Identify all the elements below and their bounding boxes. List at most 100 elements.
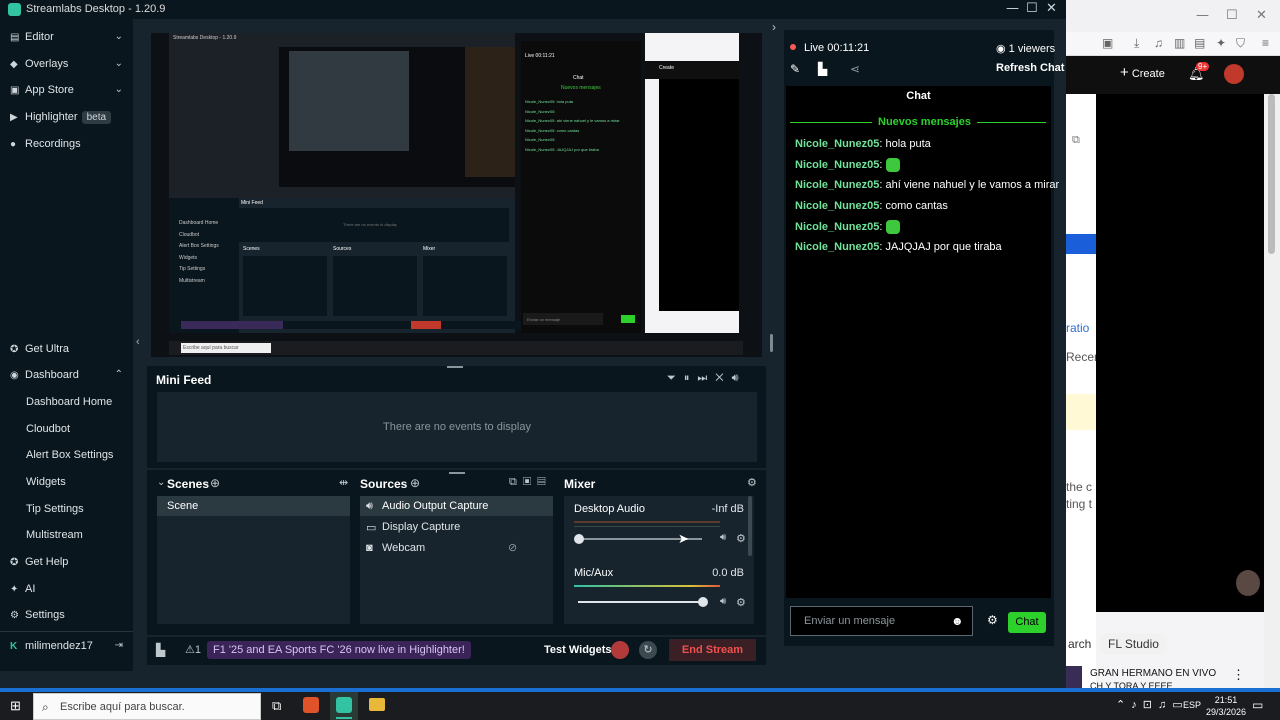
mute-icon[interactable]: 🔊︎ xyxy=(720,532,726,543)
chevron-down-icon[interactable]: ⌄ xyxy=(115,58,123,69)
sidebar-item-get-help[interactable]: ✪ Get Help xyxy=(10,556,68,568)
network-icon[interactable]: ⊡ xyxy=(1143,699,1158,711)
mute-icon[interactable]: 🔊︎ xyxy=(720,596,726,607)
taskbar-search[interactable]: ⌕ Escribe aquí para buscar. xyxy=(33,693,261,720)
record-button[interactable] xyxy=(611,641,629,659)
source-item[interactable]: ▭ Display Capture xyxy=(360,517,553,537)
chevron-down-icon[interactable]: ⌄ xyxy=(115,84,123,95)
stats-icon[interactable]: ▙ xyxy=(156,643,165,657)
share-icon[interactable]: ⋖ xyxy=(850,62,860,76)
screenshot-icon[interactable]: ▣ xyxy=(1102,36,1113,50)
hidden-eye-icon[interactable]: ⊘ xyxy=(508,541,517,554)
sidebar-item-app-store[interactable]: ▣ App Store xyxy=(10,84,74,96)
scene-item[interactable]: Scene xyxy=(157,496,350,516)
edit-icon[interactable]: ✎ xyxy=(790,62,800,76)
sidebar-item-recordings[interactable]: ● Recordings xyxy=(10,138,81,150)
task-view-icon[interactable]: ⧉ xyxy=(272,698,281,714)
video-title[interactable]: GRAN HERMANO EN VIVO xyxy=(1090,668,1216,679)
collapse-icon[interactable]: ⌄ xyxy=(157,477,165,488)
clock-date[interactable]: 29/3/2026 xyxy=(1204,707,1248,717)
gear-icon[interactable]: ⚙ xyxy=(736,596,746,609)
mixer-settings-icon[interactable]: ⚙ xyxy=(747,476,757,489)
windows-start-icon[interactable]: ⊞ xyxy=(10,698,21,714)
chat-settings-icon[interactable]: ⚙ xyxy=(987,613,998,627)
add-scene-icon[interactable]: ⊕ xyxy=(210,476,220,490)
drag-handle[interactable] xyxy=(447,366,463,368)
file-explorer-icon[interactable] xyxy=(369,698,385,711)
expand-chat-icon[interactable]: › xyxy=(772,20,776,34)
music-icon[interactable]: ♫ xyxy=(1154,36,1163,50)
sidebar-item-highlighter[interactable]: ▶ Highlighter beta xyxy=(10,111,112,124)
notifications-icon[interactable]: ▭ xyxy=(1252,698,1263,712)
volume-icon[interactable]: 🔊︎ xyxy=(732,372,747,384)
highlighter-banner[interactable]: F1 '25 and EA Sports FC '26 now live in … xyxy=(207,641,471,659)
sidebar-sub-widgets[interactable]: Widgets xyxy=(26,476,66,488)
slider-thumb[interactable] xyxy=(574,534,584,544)
source-item[interactable]: ◙ Webcam ⊘ xyxy=(360,538,553,558)
sidebar-sub-alert-box[interactable]: Alert Box Settings xyxy=(26,449,113,461)
sidebar-item-ai[interactable]: ✦ AI xyxy=(10,583,35,595)
emoji-icon[interactable]: ☻ xyxy=(951,614,964,628)
gear-icon[interactable]: ⚙ xyxy=(736,532,746,545)
sidebar-item-editor[interactable]: ▤ Editor xyxy=(10,31,54,43)
menu-icon[interactable]: ≡ xyxy=(1262,36,1269,50)
close-button[interactable]: ✕ xyxy=(1046,1,1057,16)
create-button[interactable]: + Create xyxy=(1120,64,1180,84)
sidebar-icon[interactable]: ▥ xyxy=(1174,36,1185,50)
sidebar-item-settings[interactable]: ⚙ Settings xyxy=(10,609,65,621)
chat-input[interactable]: Enviar un mensaje ☻ xyxy=(790,606,973,636)
maximize-icon[interactable]: ☐ xyxy=(1226,8,1238,23)
language-indicator[interactable]: ESP xyxy=(1183,700,1201,710)
chat-send-button[interactable]: Chat xyxy=(1008,612,1046,633)
sidebar-item-overlays[interactable]: ◆ Overlays xyxy=(10,58,68,70)
collapse-sidebar-icon[interactable]: ‹ xyxy=(136,336,140,348)
refresh-chat-button[interactable]: Refresh Chat xyxy=(996,62,1064,74)
mixer-scrollbar[interactable] xyxy=(748,496,752,556)
sidebar-user[interactable]: Kmilimendez17 xyxy=(10,640,93,652)
translate-icon[interactable]: ⧉ xyxy=(1072,134,1080,147)
test-widgets-button[interactable]: Test Widgets xyxy=(544,644,612,656)
avatar[interactable] xyxy=(1224,64,1244,84)
sidebar-sub-tip-settings[interactable]: Tip Settings xyxy=(26,503,84,515)
wallet-icon[interactable]: ▤ xyxy=(1194,36,1205,50)
sources-folder-icon[interactable]: ▣ xyxy=(523,476,537,488)
sidebar-item-get-ultra[interactable]: ✪ Get Ultra xyxy=(10,343,69,355)
close-icon[interactable]: ✕ xyxy=(1256,8,1267,23)
mute-alerts-icon[interactable]: ✕ xyxy=(715,372,731,384)
chevron-up-icon[interactable]: ⌃ xyxy=(1116,699,1131,711)
shield-icon[interactable]: ⛉ xyxy=(1236,36,1245,51)
mic-slider[interactable] xyxy=(578,601,702,603)
pause-icon[interactable]: ⏸ xyxy=(684,372,698,384)
transition-icon[interactable]: ⇹ xyxy=(339,476,348,489)
extension-icon[interactable]: ✦ xyxy=(1216,36,1226,50)
minimize-icon[interactable]: — xyxy=(1196,8,1209,23)
scrollbar[interactable] xyxy=(1264,94,1280,692)
stream-preview[interactable]: Streamlabs Desktop - 1.20.9 Dashboard Ho… xyxy=(151,33,762,357)
sidebar-sub-multistream[interactable]: Multistream xyxy=(26,529,83,541)
skip-icon[interactable]: ⏭ xyxy=(697,372,715,384)
resize-handle[interactable] xyxy=(770,334,773,352)
logout-icon[interactable]: ⇥ xyxy=(115,640,123,651)
add-source-icon[interactable]: ⊕ xyxy=(410,476,420,490)
video-player[interactable] xyxy=(1096,94,1264,612)
group-icon[interactable]: ⧉ xyxy=(509,476,523,488)
clock-time[interactable]: 21:51 xyxy=(1204,695,1248,705)
filter-icon[interactable]: ⏷ xyxy=(667,372,684,384)
drag-handle[interactable] xyxy=(449,472,465,474)
maximize-button[interactable]: ☐ xyxy=(1026,1,1038,16)
brave-browser-icon[interactable] xyxy=(303,697,319,713)
download-icon[interactable]: ⤓ xyxy=(1134,36,1139,51)
volume-icon[interactable]: ♫ xyxy=(1158,699,1172,711)
slider-thumb[interactable] xyxy=(698,597,708,607)
alert-icon[interactable]: ⚠1 xyxy=(185,643,201,656)
chip-search[interactable]: arch xyxy=(1068,637,1091,651)
mic-icon[interactable]: ♪ xyxy=(1131,699,1143,711)
chevron-down-icon[interactable]: ⌄ xyxy=(115,31,123,42)
sidebar-sub-cloudbot[interactable]: Cloudbot xyxy=(26,423,70,435)
end-stream-button[interactable]: End Stream xyxy=(669,639,756,661)
replay-icon[interactable]: ↻ xyxy=(639,641,657,659)
scroll-thumb[interactable] xyxy=(1268,94,1275,254)
dashboard-icon[interactable]: ▙ xyxy=(818,62,827,76)
source-item[interactable]: 🔊︎ Audio Output Capture xyxy=(360,496,553,516)
sidebar-item-dashboard[interactable]: ◉ Dashboard xyxy=(10,369,79,381)
